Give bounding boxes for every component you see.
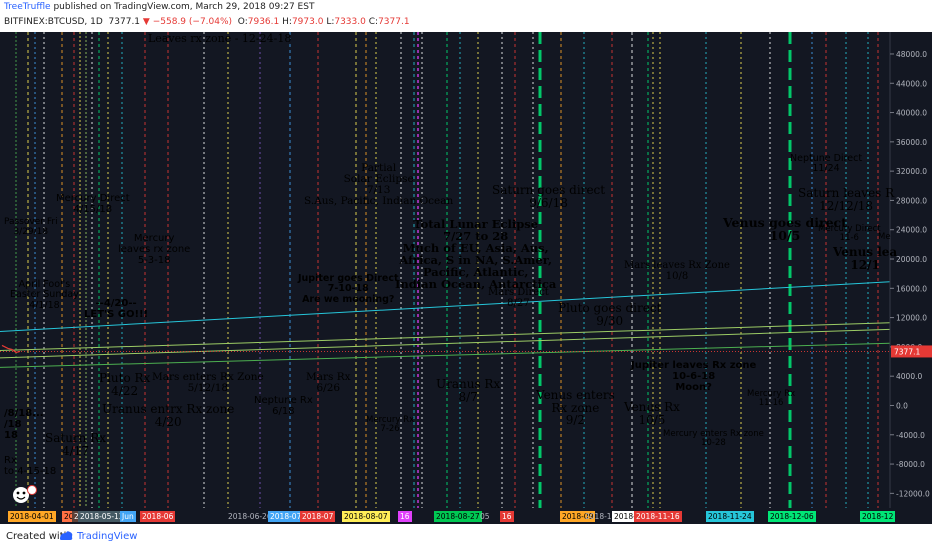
time-axis-label: 2018-11-16 (634, 511, 682, 522)
price-axis-label: 36000.0 (896, 138, 927, 147)
annotation-mars-direct: Mars Direct 8/27 (488, 287, 549, 309)
time-axis-label: 2018-06-26 (228, 512, 272, 521)
price-axis-label: 40000.0 (896, 109, 927, 118)
annotation-saturn-direct: Saturn goes direct 9/6/18 (492, 183, 606, 210)
annotation-april-fools: April Fool's Easter Sunday 4/1/18 (10, 279, 79, 311)
time-axis-label: 2018-08-07 (342, 511, 390, 522)
annotation-mercury-rx-7-26: Mercury Rx 7-26 (366, 415, 415, 435)
annotation-mercury-direct: Mercury Direct 4/15/18 (56, 193, 130, 215)
annotation-lets-go: --4/20-- LET'S GO!!! (84, 298, 149, 320)
current-price-label: 7377.1 (894, 347, 920, 356)
time-axis-label: 05 (480, 512, 490, 521)
annotation-mars-enters-rx: Mars enters Rx Zone 5/12/18 (152, 371, 264, 395)
high-label: H: (282, 17, 292, 27)
annotation-partial-solar-eclipse: Partial Solar Eclipse 7/13 S.Aus, Pacifi… (304, 162, 454, 208)
low-value: 7333.0 (334, 17, 366, 27)
annotation-neptune-direct: Neptune Direct 11/24 (790, 153, 863, 175)
annotation-total-lunar-eclipse: Total Lunar Eclipse 7/27 to 28 Much of E… (395, 217, 557, 292)
annotation-mercury-rx-11-16: Mercury Rx 11-16 (747, 389, 796, 409)
price-axis-label: 24000.0 (896, 226, 927, 235)
annotation-venus-leaves: Venus lea 12/1 (833, 245, 898, 272)
price-axis-label: 32000.0 (896, 167, 927, 176)
price-series-line (1, 344, 21, 354)
price-axis-label: 4000.0 (896, 372, 922, 381)
annotation-mars-leaves-rx: Mars leaves Rx Zone 10/8 (624, 260, 730, 282)
open-label: O: (237, 17, 248, 27)
price-axis-label: -4000.0 (896, 431, 925, 440)
price-axis-label: -8000.0 (896, 460, 925, 469)
change-value: −558.9 (−7.04%) (152, 17, 233, 27)
tradingview-logo-icon (60, 531, 73, 540)
annotation-rx-to: Rx to 4-15-18 (4, 455, 57, 477)
time-axis-label: 2018-12 (860, 511, 896, 522)
time-axis-label: 2018-05-12 (78, 511, 126, 522)
annotation-jupiter-direct: Jupiter goes Direct 7-10-18 Are we mooni… (298, 273, 399, 305)
annotation-mars-rx: Mars Rx 6/26 (306, 371, 351, 395)
time-axis-label: 2018-06 (140, 511, 176, 522)
footer: Created with TradingView (0, 526, 932, 550)
price-axis-label: 16000.0 (896, 284, 927, 293)
annotation-saturn-rx: Saturn Rx 4/17 (45, 431, 107, 458)
price-axis-label: 44000.0 (896, 79, 927, 88)
time-axis-label: 2018-08-27 (434, 511, 482, 522)
time-axis-label: 16 (398, 511, 412, 522)
price-axis-label: 12000.0 (896, 314, 927, 323)
time-axis-label: Jun (120, 511, 136, 522)
annotation-venus-enters-rx: Venus enters Rx zone 9/2 (536, 388, 615, 428)
annotation-mercury-leaves-rx: Mercury leaves rx zone 5-3-18 (118, 233, 191, 266)
annotation-left-edge-dates: /8/18... /18 18 (4, 408, 44, 441)
publish-line: TreeTruffle published on TradingView.com… (4, 2, 314, 12)
annotation-saturn-leaves-rx: Saturn leaves R 12/12/18 (798, 186, 895, 213)
last-price: 7377.1 (108, 17, 141, 27)
time-axis-label: 2018-11-24 (706, 511, 754, 522)
chart-canvas[interactable]: 48000.0 44000.0 40000.0 36000.0 32000.0 28000… (0, 32, 932, 524)
high-value: 7973.0 (291, 17, 324, 27)
author-link[interactable]: TreeTruffle (4, 2, 51, 12)
annotation-mercury-enters-rx: Mercury enters Rx zone 10-28 (663, 429, 764, 449)
time-axis-label: 16 (500, 511, 514, 522)
time-axis-label: 2018-07 (300, 511, 336, 522)
annotation-passover: Passover Fri 3/29/18 (4, 217, 58, 237)
price-axis-label: -12000.0 (896, 489, 930, 498)
tradingview-link[interactable]: TradingView (77, 531, 137, 542)
price-axis-label: 0.0 (896, 401, 908, 410)
symbol-label: BITFINEX:BTCUSD, 1D (4, 17, 103, 27)
annotation-mercury-direct-11-6: Mercury Direct 11-6 (818, 224, 881, 244)
trend-line-green (0, 328, 891, 359)
ohlc-line: BITFINEX:BTCUSD, 1D 7377.1 ▼ −558.9 (−7.… (4, 17, 410, 27)
time-axis-label: 2018-12-06 (768, 511, 816, 522)
annotation-pluto-direct: Pluto goes direct 9/30 (558, 301, 662, 328)
time-axis-label: 2018-04-01 (8, 511, 56, 522)
annotation-leaves-rx-zone: Leaves rx zone - 12-24-18 (148, 32, 292, 45)
down-arrow-icon: ▼ (142, 17, 150, 27)
annotation-neptune-rx: Neptune Rx 6/18 (254, 395, 313, 417)
annotation-pluto-rx: Pluto Rx 4/22 (99, 371, 151, 398)
price-axis-label: 48000.0 (896, 50, 927, 59)
annotation-uranus-rx: Uranus Rx 8/7 (436, 377, 501, 404)
price-axis-label: 20000.0 (896, 255, 927, 264)
price-axis-label: 28000.0 (896, 196, 927, 205)
close-value: 7377.1 (378, 17, 410, 27)
open-value: 7936.1 (247, 17, 280, 27)
close-label: C: (368, 17, 379, 27)
annotation-uranus-enters-rx: Uranus entrx Rx zone 4/20 (102, 402, 235, 429)
annotation-me: Me (878, 232, 891, 242)
annotation-jupiter-leaves-rx: Jupiter leaves Rx zone 10-6-18 Moon? (631, 360, 757, 393)
smiley-icon (12, 484, 38, 504)
publish-info: published on TradingView.com, March 29, … (53, 2, 315, 12)
chart-header: TreeTruffle published on TradingView.com… (0, 0, 932, 32)
annotation-venus-rx: Venus Rx 10/5 (624, 400, 680, 427)
